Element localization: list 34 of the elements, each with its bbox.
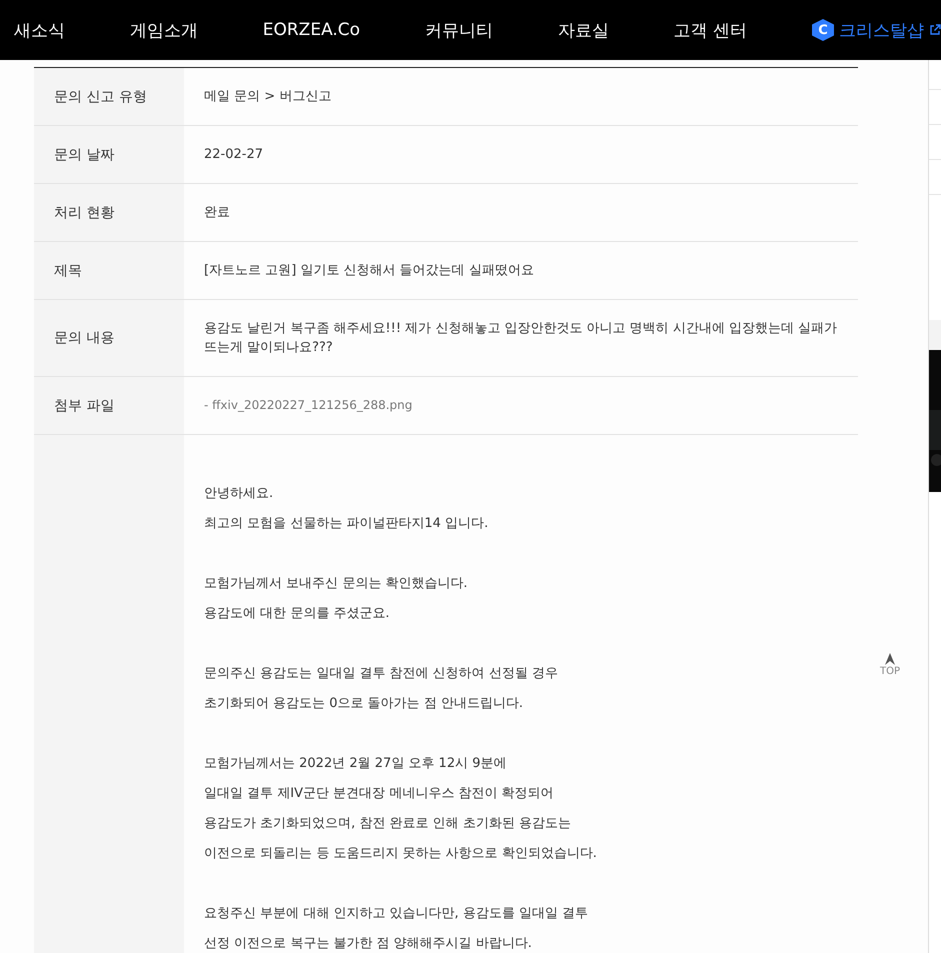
answer-text: 용감도가 초기화되었으며, 참전 완료로 인해 초기화된 용감도는 xyxy=(204,815,572,833)
arrow-up-icon xyxy=(883,652,897,666)
row-label: 문의 신고 유형 xyxy=(34,68,184,125)
row-label: 문의 날짜 xyxy=(34,126,184,183)
row-value: 용감도 날린거 복구좀 해주세요!!! 제가 신청해놓고 입장안한것도 아니고 명백히 시간내에 입장했는데 실패가 뜨는게 말이되나요??? xyxy=(204,320,838,357)
row-value: 메일 문의 > 버그신고 xyxy=(204,88,332,106)
row-value: 22-02-27 xyxy=(204,146,264,164)
nav-link[interactable]: 게임소개 xyxy=(130,18,198,42)
nav-link[interactable]: 새소식 xyxy=(14,18,65,42)
nav-link[interactable]: 고객 센터 xyxy=(674,18,748,42)
row-label: 첨부 파일 xyxy=(34,377,184,434)
external-link-icon xyxy=(928,24,941,36)
answer-text: 용감도에 대한 문의를 주셨군요. xyxy=(204,605,391,623)
answer-text: 모험가님께서 보내주신 문의는 확인했습니다. xyxy=(204,575,468,593)
row-value: [자트노르 고원] 일기토 신청해서 들어갔는데 실패떴어요 xyxy=(204,262,534,280)
answer-text: 일대일 결투 제IV군단 분견대장 메네니우스 참전이 확정되어 xyxy=(204,785,555,803)
nav-link[interactable]: 자료실 xyxy=(558,18,609,42)
row-label: 제목 xyxy=(34,242,184,299)
row-label: 처리 현황 xyxy=(34,184,184,241)
shop-badge: C xyxy=(812,19,834,41)
shop-link[interactable]: C 크리스탈샵 xyxy=(812,18,941,42)
answer-text: 최고의 모험을 선물하는 파이널판타지14 입니다. xyxy=(204,515,488,533)
answer-text: 이전으로 되돌리는 등 도움드리지 못하는 사항으로 확인되었습니다. xyxy=(204,845,597,863)
answer-text: 요청주신 부분에 대해 인지하고 있습니다만, 용감도를 일대일 결투 xyxy=(204,905,588,923)
answer-text: 초기화되어 용감도는 0으로 돌아가는 점 안내드립니다. xyxy=(204,695,524,713)
answer-text: 안녕하세요. xyxy=(204,485,274,503)
row-label: 문의 내용 xyxy=(34,300,184,376)
attachment-link[interactable]: - ffxiv_20220227_121256_288.png xyxy=(204,396,412,415)
answer-text: 선정 이전으로 복구는 불가한 점 양해해주시길 바랍니다. xyxy=(204,935,533,953)
nav-link[interactable]: 커뮤니티 xyxy=(424,18,493,42)
answer-text: 문의주신 용감도는 일대일 결투 참전에 신청하여 선정될 경우 xyxy=(204,665,558,683)
answer-text: 모험가님께서는 2022년 2월 27일 오후 12시 9분에 xyxy=(204,755,508,773)
nav-link[interactable]: EORZEA.Co xyxy=(262,20,360,40)
row-value: 완료 xyxy=(204,204,230,222)
